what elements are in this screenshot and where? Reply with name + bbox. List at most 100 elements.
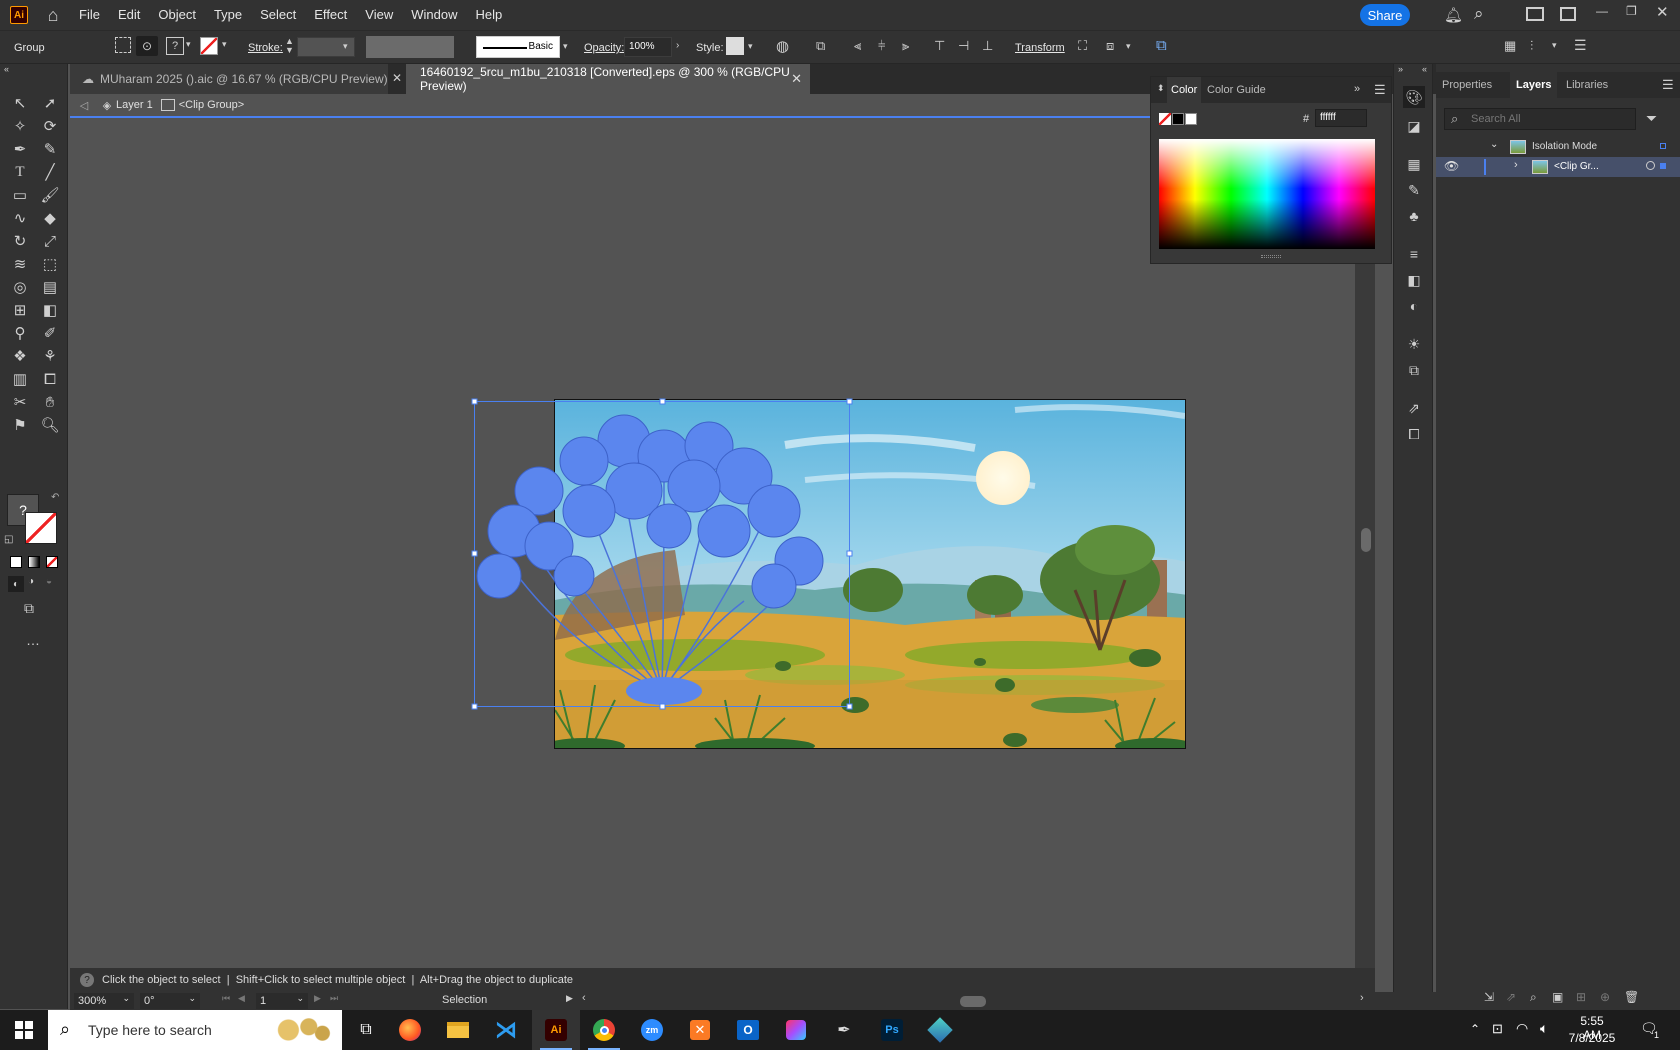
transform-bounding-icon[interactable] (115, 37, 131, 53)
new-sublayer-icon[interactable]: ⊞ (1576, 990, 1586, 1004)
zoom-field[interactable]: 300% ⌄ (74, 993, 134, 1009)
layer-row-isolation-mode[interactable]: ⌄ Isolation Mode (1436, 137, 1680, 157)
color-panel-icon[interactable]: 🎨︎ (1403, 86, 1425, 108)
chevron-down-icon[interactable]: ▾ (222, 39, 227, 50)
quick-actions-icon[interactable]: ⧉ (1156, 37, 1167, 54)
tab-layers[interactable]: Layers (1510, 72, 1558, 98)
shaper-tool-icon[interactable]: ∿ (8, 207, 32, 229)
menu-window[interactable]: Window (402, 0, 466, 30)
home-icon[interactable]: ⌂ (36, 5, 70, 26)
draw-inside-icon[interactable]: ◒ (46, 576, 52, 587)
slice-tool-icon[interactable]: ✂ (8, 391, 32, 413)
tab-muharam-document[interactable]: ☁ MUharam 2025 ().aic @ 16.67 % (RGB/CPU… (70, 64, 388, 94)
style-swatch[interactable] (726, 37, 744, 55)
tab-color[interactable]: Color (1167, 77, 1202, 103)
recolor-artwork-icon[interactable]: ◍ (776, 37, 789, 55)
export-icon[interactable]: ⇗ (1506, 990, 1516, 1004)
artboards-panel-icon[interactable]: ⧠ (1404, 424, 1424, 444)
eyedropper-tool-icon[interactable]: ⚲ (8, 322, 32, 344)
illustrator-taskbar-icon[interactable]: Ai (532, 1010, 580, 1050)
free-transform-tool-icon[interactable]: ⬚ (38, 253, 62, 275)
variable-width-profile[interactable] (366, 36, 454, 58)
align-left-icon[interactable]: ⫷ (854, 38, 861, 54)
scroll-left-icon[interactable]: ‹ (582, 992, 586, 1004)
stroke-stepper-icon[interactable]: ▲ ▼ (285, 37, 294, 55)
fill-swatch-icon[interactable]: ? (166, 37, 184, 55)
color-mode-icon[interactable] (10, 556, 22, 568)
color-spectrum[interactable] (1159, 139, 1375, 249)
hex-input[interactable]: ffffff (1315, 109, 1367, 127)
rotate-tool-icon[interactable]: ↻ (8, 230, 32, 252)
perspective-grid-tool-icon[interactable]: ▤ (38, 276, 62, 298)
collapse-panel-icon[interactable]: » (1398, 64, 1403, 74)
chevron-right-icon[interactable]: › (676, 40, 679, 51)
menu-object[interactable]: Object (149, 0, 205, 30)
diamond-app-icon[interactable] (916, 1010, 964, 1050)
rectangle-tool-icon[interactable]: ▭ (8, 184, 32, 206)
mesh-tool-icon[interactable]: ⊞ (8, 299, 32, 321)
stroke-swatch-icon[interactable] (200, 37, 218, 55)
share-button[interactable]: Share (1360, 4, 1410, 26)
chevron-down-icon[interactable]: ⌄ (188, 993, 196, 1004)
paintbrush-tool-icon[interactable]: 🖌︎ (38, 184, 62, 206)
swap-fill-stroke-icon[interactable]: ↶ (51, 492, 59, 503)
eraser-tool-icon[interactable]: ◆ (38, 207, 62, 229)
menu-file[interactable]: File (70, 0, 109, 30)
zoom-icon[interactable]: zm (628, 1010, 676, 1050)
first-artboard-icon[interactable]: ⏮ (222, 993, 230, 1004)
menu-view[interactable]: View (356, 0, 402, 30)
selected-tree-group[interactable] (471, 398, 853, 710)
menu-select[interactable]: Select (251, 0, 305, 30)
transform-link[interactable]: Transform (1015, 42, 1065, 54)
expand-panel-icon[interactable]: « (1422, 64, 1427, 74)
arrange-documents-icon[interactable] (1526, 7, 1544, 21)
default-colors-icon[interactable]: ◱ (4, 534, 13, 545)
scroll-thumb[interactable] (1361, 528, 1371, 552)
pen-app-icon[interactable]: ✒ (820, 1010, 868, 1050)
color-guide-icon[interactable]: ◪ (1404, 116, 1424, 136)
wifi-icon[interactable]: ◠ (1516, 1020, 1528, 1037)
task-view-icon[interactable]: ⧉ (342, 1010, 390, 1050)
artboard-tool-icon[interactable]: ⧠ (38, 368, 62, 390)
trash-icon[interactable]: 🗑︎ (1624, 990, 1639, 1004)
breadcrumb-group[interactable]: <Clip Group> (179, 99, 244, 111)
panel-menu-icon[interactable]: ⫶ (1530, 38, 1533, 54)
restore-icon[interactable]: ❐ (1626, 4, 1637, 18)
lasso-tool-icon[interactable]: ⟳ (38, 115, 62, 137)
align-bottom-icon[interactable]: ⊥ (982, 38, 993, 54)
collect-for-export-icon[interactable]: ⇲ (1484, 990, 1494, 1004)
firefox-icon[interactable] (386, 1010, 434, 1050)
warp-tool-icon[interactable]: ≋ (8, 253, 32, 275)
selection-tool-icon[interactable]: ↖ (8, 92, 32, 114)
gradient-panel-icon[interactable]: ◧ (1404, 270, 1424, 290)
artboard-number-field[interactable]: 1 ⌄ (256, 993, 308, 1009)
scale-tool-icon[interactable]: ⤢ (38, 230, 62, 252)
black-swatch[interactable] (1172, 113, 1184, 125)
brushes-icon[interactable]: ✎ (1404, 180, 1424, 200)
tab-libraries[interactable]: Libraries (1566, 79, 1608, 91)
network-icon[interactable]: ⊡ (1492, 1021, 1503, 1037)
menu-effect[interactable]: Effect (305, 0, 356, 30)
layer-row-clip-group[interactable]: 👁︎ › <Clip Gr... (1436, 157, 1680, 177)
previous-artboard-icon[interactable]: ◀ (238, 993, 245, 1004)
windows-start-icon[interactable] (0, 1010, 48, 1050)
blend-tool-icon[interactable]: ❖ (8, 345, 32, 367)
status-menu-icon[interactable]: ▶ (566, 993, 573, 1004)
photoshop-icon[interactable]: Ps (868, 1010, 916, 1050)
scroll-right-icon[interactable]: › (1360, 992, 1364, 1004)
screen-mode-icon[interactable]: ⧉ (24, 600, 34, 617)
chevron-down-icon[interactable]: ⌄ (296, 993, 304, 1004)
align-to-icon[interactable]: ⧉ (816, 38, 825, 54)
panel-menu-icon[interactable]: ☰ (1574, 37, 1587, 54)
selection-indicator[interactable] (1660, 143, 1666, 149)
xampp-icon[interactable]: ✕ (676, 1010, 724, 1050)
chevron-down-icon[interactable]: ▾ (563, 41, 568, 52)
isolate-icon[interactable]: ⊙ (136, 36, 158, 56)
close-tab-icon[interactable]: ✕ (791, 71, 802, 87)
chevron-down-icon[interactable]: ▾ (343, 41, 348, 52)
tab-converted-eps[interactable]: 16460192_5rcu_m1bu_210318 [Converted].ep… (406, 64, 810, 94)
menu-edit[interactable]: Edit (109, 0, 149, 30)
appearance-icon[interactable]: ☀ (1404, 334, 1424, 354)
target-icon[interactable] (1646, 161, 1655, 170)
close-tab-icon[interactable]: ✕ (392, 71, 402, 85)
